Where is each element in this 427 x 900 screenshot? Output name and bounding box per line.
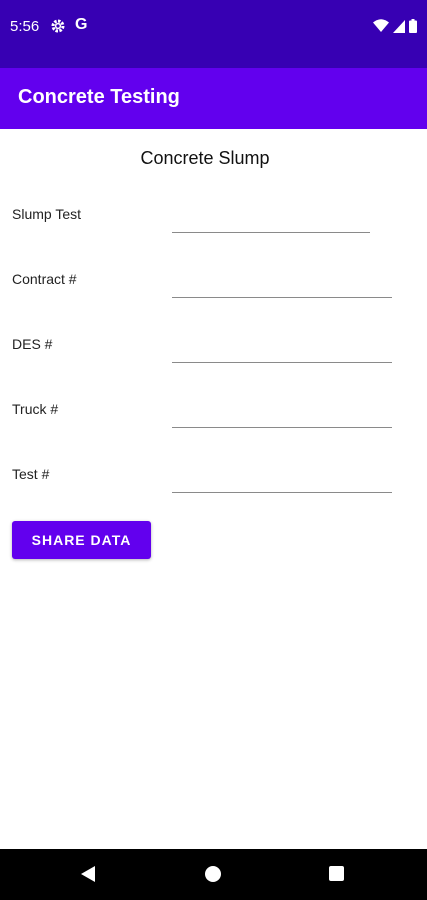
recents-icon[interactable] <box>329 866 344 881</box>
truck-number-label: Truck # <box>12 401 59 417</box>
navigation-bar <box>0 849 427 900</box>
app-screen: 5:56 G Concrete Testing Concrete Slump S… <box>0 0 427 900</box>
status-bar: 5:56 G <box>0 0 427 68</box>
slump-test-row: Slump Test <box>0 206 427 246</box>
contract-number-label: Contract # <box>12 271 77 287</box>
test-number-label: Test # <box>12 466 50 482</box>
contract-number-row: Contract # <box>0 271 427 311</box>
share-data-button[interactable]: SHARE DATA <box>12 521 151 559</box>
des-number-label: DES # <box>12 336 53 352</box>
wifi-icon <box>373 19 389 32</box>
test-number-row: Test # <box>0 466 427 506</box>
app-bar: Concrete Testing <box>0 68 427 129</box>
page-title: Concrete Slump <box>140 148 270 168</box>
status-icons <box>373 19 417 33</box>
contract-number-input[interactable] <box>172 273 392 298</box>
slump-test-input[interactable] <box>172 208 370 233</box>
google-icon: G <box>75 16 88 33</box>
truck-number-input[interactable] <box>172 403 392 428</box>
truck-number-row: Truck # <box>0 401 427 441</box>
des-number-row: DES # <box>0 336 427 376</box>
home-icon[interactable] <box>205 866 221 882</box>
back-icon[interactable] <box>81 866 95 882</box>
test-number-input[interactable] <box>172 468 392 493</box>
des-number-input[interactable] <box>172 338 392 363</box>
app-title: Concrete Testing <box>18 86 180 108</box>
signal-icon <box>393 19 405 33</box>
slump-test-label: Slump Test <box>12 206 81 222</box>
battery-icon <box>409 19 417 33</box>
status-time: 5:56 <box>10 18 40 35</box>
gear-icon <box>51 19 65 33</box>
